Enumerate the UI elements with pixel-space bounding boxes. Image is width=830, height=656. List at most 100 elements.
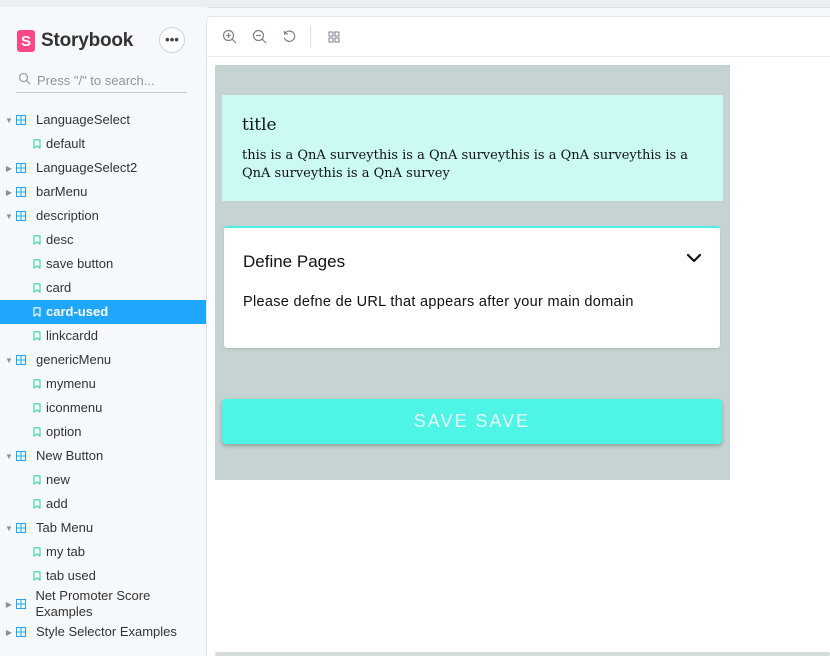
component-icon (16, 355, 30, 365)
sidebar-item-label: new (46, 472, 70, 487)
sidebar-item-label: mymenu (46, 376, 96, 391)
story-canvas: title this is a QnA surveythis is a QnA … (215, 65, 730, 480)
bookmark-icon (33, 379, 45, 389)
bookmark-icon (33, 547, 45, 557)
sidebar-item-label: description (36, 208, 99, 223)
zoom-out-button[interactable] (244, 22, 274, 52)
component-icon (16, 451, 30, 461)
zoom-reset-button[interactable] (274, 22, 304, 52)
caret-right-icon[interactable]: ▶ (4, 188, 14, 197)
caret-down-icon[interactable]: ▼ (4, 116, 14, 125)
component-icon (16, 627, 30, 637)
define-pages-description: Please defne de URL that appears after y… (243, 294, 634, 310)
sidebar-story-new[interactable]: new (0, 468, 207, 492)
define-pages-card[interactable]: Define Pages Please defne de URL that ap… (224, 226, 720, 348)
sidebar-story-card[interactable]: card (0, 276, 207, 300)
zoom-reset-icon (283, 30, 295, 42)
sidebar-group-description[interactable]: ▼ description (0, 204, 207, 228)
chevron-down-icon[interactable] (686, 250, 702, 266)
sidebar-story-desc[interactable]: desc (0, 228, 207, 252)
sidebar-item-label: desc (46, 232, 74, 247)
sidebar-story-iconmenu[interactable]: iconmenu (0, 396, 207, 420)
sidebar-item-label: save button (46, 256, 114, 271)
sidebar-group-barmenu[interactable]: ▶ barMenu (0, 180, 207, 204)
component-icon (16, 211, 30, 221)
bookmark-icon (33, 427, 45, 437)
sidebar-item-label: default (46, 136, 86, 151)
bookmark-icon (33, 307, 45, 317)
sidebar-story-mymenu[interactable]: mymenu (0, 372, 207, 396)
sidebar-story-tab-used[interactable]: tab used (0, 564, 207, 588)
sidebar-item-label: tab used (46, 568, 96, 583)
qna-card: title this is a QnA surveythis is a QnA … (222, 95, 723, 201)
story-tree: ▼ LanguageSelect default ▶ LanguageSelect2 ▶ b… (0, 108, 207, 644)
sidebar-item-label: my tab (46, 544, 86, 559)
sidebar-item-label: genericMenu (36, 352, 112, 367)
define-pages-title: Define Pages (243, 252, 346, 271)
sidebar-story-linkcardd[interactable]: linkcardd (0, 324, 207, 348)
sidebar-item-label: New Button (36, 448, 104, 463)
sidebar-group-genericmenu[interactable]: ▼ genericMenu (0, 348, 207, 372)
zoom-in-button[interactable] (214, 22, 244, 52)
component-icon (16, 115, 30, 125)
component-icon (16, 523, 30, 533)
sidebar-story-add[interactable]: add (0, 492, 207, 516)
bookmark-icon (33, 475, 45, 485)
zoom-in-icon (222, 29, 236, 44)
sidebar-story-default[interactable]: default (0, 132, 207, 156)
sidebar-group-style-selector-examples[interactable]: ▶ Style Selector Examples (0, 620, 207, 644)
sidebar-item-label: option (46, 424, 82, 439)
sidebar-group-languageselect[interactable]: ▼ LanguageSelect (0, 108, 207, 132)
bookmark-icon (33, 259, 45, 269)
grid-icon (328, 31, 340, 42)
save-button[interactable]: SAVE SAVE (222, 399, 722, 444)
caret-right-icon[interactable]: ▶ (4, 164, 14, 173)
sidebar-item-label: iconmenu (46, 400, 103, 415)
sidebar-group-tab-menu[interactable]: ▼ Tab Menu (0, 516, 207, 540)
sidebar-story-card-used[interactable]: card-used (0, 300, 207, 324)
component-icon (15, 599, 30, 609)
sidebar-group-languageselect2[interactable]: ▶ LanguageSelect2 (0, 156, 207, 180)
caret-down-icon[interactable]: ▼ (4, 524, 14, 533)
sidebar-item-label: LanguageSelect2 (36, 160, 138, 175)
caret-down-icon[interactable]: ▼ (4, 452, 14, 461)
sidebar-item-label: barMenu (36, 184, 88, 199)
toolbar-divider (310, 25, 311, 48)
bookmark-icon (33, 571, 45, 581)
sidebar-item-label: Net Promoter Score Examples (35, 588, 151, 619)
grid-toggle-button[interactable] (319, 22, 349, 52)
sidebar: S Storybook ••• ▼ LanguageSelect default ▶ L… (0, 7, 207, 656)
preview-panel: title this is a QnA surveythis is a QnA … (207, 17, 830, 656)
qna-title: title (242, 115, 277, 135)
sidebar-group-new-button[interactable]: ▼ New Button (0, 444, 207, 468)
more-options-button[interactable]: ••• (159, 27, 185, 53)
sidebar-item-label: Tab Menu (36, 520, 94, 535)
sidebar-item-label: LanguageSelect (36, 112, 130, 127)
bookmark-icon (33, 139, 45, 149)
bookmark-icon (33, 235, 45, 245)
component-icon (16, 163, 30, 173)
ellipsis-icon: ••• (165, 32, 179, 47)
bookmark-icon (33, 403, 45, 413)
sidebar-story-option[interactable]: option (0, 420, 207, 444)
component-icon (16, 187, 30, 197)
storybook-logo-icon: S (17, 30, 35, 52)
caret-down-icon[interactable]: ▼ (4, 356, 14, 365)
horizontal-scrollbar[interactable] (215, 652, 830, 656)
caret-right-icon[interactable]: ▶ (4, 628, 14, 637)
caret-down-icon[interactable]: ▼ (4, 212, 14, 221)
sidebar-group-net-promoter-score-examples[interactable]: ▶ Net Promoter Score Examples (0, 588, 207, 620)
search-bar[interactable] (16, 69, 187, 93)
zoom-out-icon (252, 29, 266, 44)
qna-description: this is a QnA surveythis is a QnA survey… (242, 148, 689, 181)
sidebar-item-label: card (46, 280, 72, 295)
sidebar-item-label: card-used (46, 304, 109, 319)
bookmark-icon (33, 499, 45, 509)
storybook-logo[interactable]: S Storybook (17, 28, 133, 54)
sidebar-story-save-button[interactable]: save button (0, 252, 207, 276)
caret-right-icon[interactable]: ▶ (4, 600, 14, 609)
search-input[interactable] (37, 73, 182, 88)
sidebar-story-my-tab[interactable]: my tab (0, 540, 207, 564)
toolbar (207, 17, 830, 57)
sidebar-item-label: Style Selector Examples (36, 624, 177, 639)
